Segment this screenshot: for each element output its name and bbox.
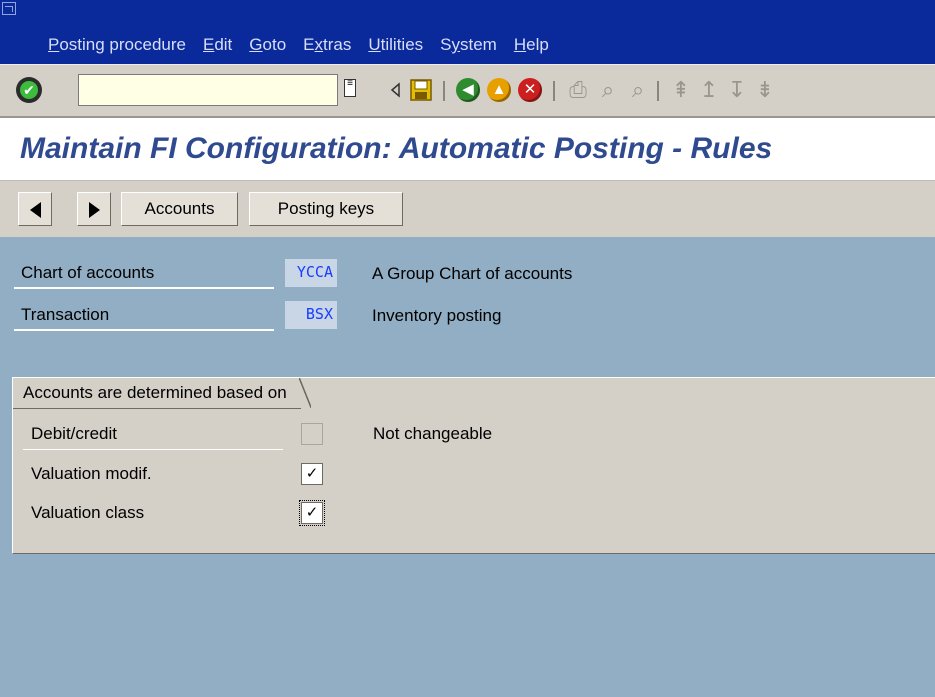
row-divider (23, 449, 283, 450)
menu-goto[interactable]: Goto (249, 35, 286, 55)
menu-goto-mnemonic: G (249, 35, 263, 54)
title-bar: Maintain FI Configuration: Automatic Pos… (0, 118, 935, 180)
menu-help[interactable]: Help (514, 35, 549, 55)
chart-of-accounts-value: YCCA (285, 259, 337, 287)
chart-of-accounts-text: A Group Chart of accounts (372, 264, 573, 283)
menu-utilities-mnemonic: U (368, 35, 381, 54)
debit-credit-label: Debit/credit (31, 424, 117, 443)
menu-system-rest: stem (460, 35, 497, 54)
menu-extras[interactable]: Extras (303, 35, 351, 55)
menu-extras-mnemonic: x (314, 35, 324, 54)
menu-extras-pre: E (303, 35, 315, 54)
menu-system-mnemonic: y (451, 35, 461, 54)
page-title: Maintain FI Configuration: Automatic Pos… (20, 132, 773, 165)
arrow-left-icon (29, 201, 41, 218)
application-toolbar: Accounts Posting keys (0, 180, 935, 238)
back-arrow-icon[interactable] (382, 77, 408, 103)
previous-page-icon[interactable]: ↥ (696, 77, 722, 103)
posting-keys-button[interactable]: Posting keys (249, 192, 403, 226)
first-page-icon[interactable]: ⇞ (668, 77, 694, 103)
valuation-class-checkbox[interactable]: ✓ (299, 500, 325, 526)
next-button[interactable] (77, 192, 111, 226)
menu-edit-mnemonic: E (202, 35, 215, 54)
menu-edit[interactable]: Edit (203, 35, 232, 55)
toolbar-separator (657, 81, 659, 101)
exit-icon[interactable]: ▲ (486, 77, 512, 103)
back-icon[interactable]: ◀ (455, 77, 481, 103)
previous-button[interactable] (18, 192, 52, 226)
valuation-modif-checkbox[interactable]: ✓ (301, 463, 323, 485)
menu-help-mnemonic: H (513, 35, 527, 54)
toolbar-separator (443, 81, 445, 101)
menu-posting-procedure[interactable]: Posting procedure (48, 35, 186, 55)
transaction-value: BSX (285, 301, 337, 329)
cancel-icon[interactable]: ✕ (517, 77, 543, 103)
menu-items: Posting procedure Edit Goto Extras Utili… (48, 35, 566, 55)
main-area: Chart of accounts YCCA A Group Chart of … (0, 237, 935, 697)
menu-utilities[interactable]: Utilities (368, 35, 423, 55)
debit-credit-checkbox (301, 423, 323, 445)
transaction-text: Inventory posting (372, 306, 502, 325)
valuation-modif-label: Valuation modif. (31, 464, 152, 483)
system-menu-icon[interactable] (2, 2, 16, 15)
menu-bar: Posting procedure Edit Goto Extras Utili… (0, 0, 935, 64)
print-icon[interactable]: ⎙ (565, 77, 591, 103)
enter-icon[interactable]: ✔ (16, 77, 42, 103)
accounts-button[interactable]: Accounts (121, 192, 238, 226)
menu-goto-rest: oto (262, 35, 287, 54)
group-title: Accounts are determined based on (13, 378, 311, 409)
command-history-icon[interactable]: ≡ (344, 79, 356, 97)
save-icon[interactable] (408, 77, 434, 103)
menu-posting-procedure-rest: osting procedure (59, 35, 186, 54)
next-page-icon[interactable]: ↧ (724, 77, 750, 103)
toolbar-separator (553, 81, 555, 101)
valuation-class-label: Valuation class (31, 503, 145, 522)
menu-system[interactable]: System (440, 35, 497, 55)
menu-extras-rest: tras (323, 35, 352, 54)
transaction-label: Transaction (14, 301, 274, 331)
menu-help-rest: elp (526, 35, 549, 54)
chart-of-accounts-label: Chart of accounts (14, 259, 274, 289)
menu-edit-rest: dit (214, 35, 233, 54)
arrow-right-icon (88, 201, 100, 218)
find-next-icon[interactable]: ⌕ (625, 77, 651, 103)
find-icon[interactable]: ⌕ (595, 77, 621, 103)
menu-utilities-rest: tilities (380, 35, 424, 54)
standard-toolbar: ✔ ≡ ◀ ▲ ✕ ⎙ ⌕ ⌕ ⇞ ↥ ↧ ⇟ (0, 64, 935, 118)
menu-system-pre: S (440, 35, 452, 54)
menu-posting-procedure-mnemonic: P (48, 35, 60, 54)
accounts-determination-group: Accounts are determined based on Debit/c… (12, 377, 935, 554)
debit-credit-note: Not changeable (373, 424, 493, 443)
command-field[interactable] (78, 74, 338, 106)
last-page-icon[interactable]: ⇟ (752, 77, 778, 103)
